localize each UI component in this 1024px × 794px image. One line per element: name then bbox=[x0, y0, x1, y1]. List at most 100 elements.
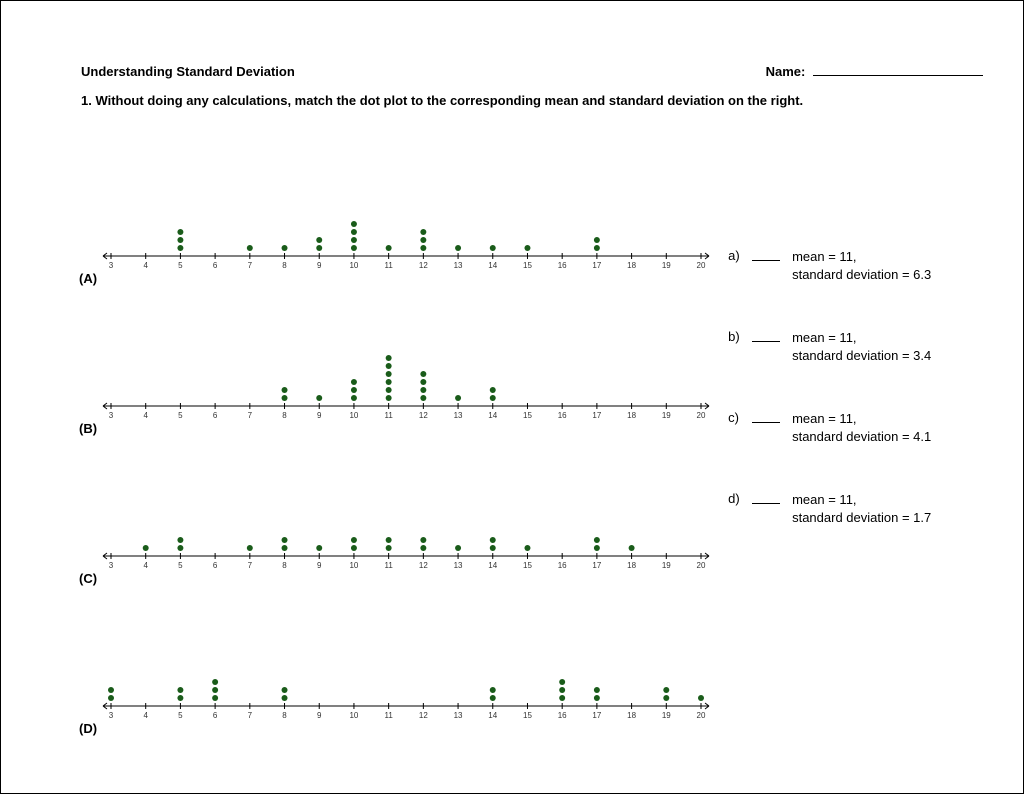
svg-text:3: 3 bbox=[109, 561, 114, 570]
name-blank[interactable] bbox=[813, 61, 983, 76]
svg-text:18: 18 bbox=[627, 561, 636, 570]
dotplot-svg: 34567891011121314151617181920 bbox=[81, 138, 721, 288]
answer-option: c) mean = 11,standard deviation = 4.1 bbox=[728, 410, 983, 445]
worksheet-title: Understanding Standard Deviation bbox=[81, 64, 295, 79]
svg-text:19: 19 bbox=[662, 411, 671, 420]
svg-text:14: 14 bbox=[488, 561, 497, 570]
svg-text:12: 12 bbox=[419, 261, 428, 270]
svg-text:6: 6 bbox=[213, 711, 218, 720]
svg-text:3: 3 bbox=[109, 711, 114, 720]
svg-text:17: 17 bbox=[592, 561, 601, 570]
worksheet-page: Understanding Standard Deviation Name: 1… bbox=[0, 0, 1024, 794]
svg-text:13: 13 bbox=[454, 411, 463, 420]
dotplot: 34567891011121314151617181920(B) bbox=[81, 288, 728, 438]
svg-text:17: 17 bbox=[592, 411, 601, 420]
plot-label: (D) bbox=[79, 721, 97, 736]
svg-text:7: 7 bbox=[248, 711, 253, 720]
svg-text:7: 7 bbox=[248, 261, 253, 270]
svg-text:11: 11 bbox=[384, 711, 393, 720]
svg-text:20: 20 bbox=[697, 411, 706, 420]
svg-text:18: 18 bbox=[627, 261, 636, 270]
option-text: mean = 11,standard deviation = 3.4 bbox=[792, 329, 931, 364]
svg-text:4: 4 bbox=[143, 261, 148, 270]
svg-text:9: 9 bbox=[317, 411, 322, 420]
answer-blank[interactable] bbox=[752, 410, 780, 423]
svg-text:3: 3 bbox=[109, 261, 114, 270]
svg-text:12: 12 bbox=[419, 561, 428, 570]
svg-text:20: 20 bbox=[697, 711, 706, 720]
svg-text:8: 8 bbox=[282, 261, 287, 270]
svg-text:20: 20 bbox=[697, 261, 706, 270]
svg-text:5: 5 bbox=[178, 411, 183, 420]
answer-option: a) mean = 11,standard deviation = 6.3 bbox=[728, 248, 983, 283]
answer-blank[interactable] bbox=[752, 491, 780, 504]
svg-text:15: 15 bbox=[523, 711, 532, 720]
svg-text:10: 10 bbox=[349, 561, 358, 570]
svg-text:12: 12 bbox=[419, 711, 428, 720]
svg-text:16: 16 bbox=[558, 561, 567, 570]
plot-label: (C) bbox=[79, 571, 97, 586]
svg-text:14: 14 bbox=[488, 411, 497, 420]
question-text: 1. Without doing any calculations, match… bbox=[81, 93, 983, 108]
svg-text:8: 8 bbox=[282, 411, 287, 420]
answer-blank[interactable] bbox=[752, 248, 780, 261]
svg-text:13: 13 bbox=[454, 711, 463, 720]
svg-text:9: 9 bbox=[317, 261, 322, 270]
svg-text:20: 20 bbox=[697, 561, 706, 570]
svg-text:10: 10 bbox=[349, 411, 358, 420]
svg-text:9: 9 bbox=[317, 711, 322, 720]
svg-text:16: 16 bbox=[558, 711, 567, 720]
option-text: mean = 11,standard deviation = 1.7 bbox=[792, 491, 931, 526]
option-key: a) bbox=[728, 248, 748, 263]
plot-label: (B) bbox=[79, 421, 97, 436]
name-field: Name: bbox=[766, 61, 983, 79]
name-label: Name: bbox=[766, 64, 806, 79]
option-text: mean = 11,standard deviation = 6.3 bbox=[792, 248, 931, 283]
svg-text:3: 3 bbox=[109, 411, 114, 420]
svg-text:6: 6 bbox=[213, 261, 218, 270]
svg-text:18: 18 bbox=[627, 711, 636, 720]
svg-text:11: 11 bbox=[384, 261, 393, 270]
svg-text:5: 5 bbox=[178, 561, 183, 570]
options-column: a)mean = 11,standard deviation = 6.3b)me… bbox=[728, 138, 983, 738]
svg-text:14: 14 bbox=[488, 711, 497, 720]
header-row: Understanding Standard Deviation Name: bbox=[81, 61, 983, 79]
svg-text:6: 6 bbox=[213, 561, 218, 570]
option-text: mean = 11,standard deviation = 4.1 bbox=[792, 410, 931, 445]
dotplot-svg: 34567891011121314151617181920 bbox=[81, 288, 721, 438]
svg-text:19: 19 bbox=[662, 711, 671, 720]
svg-text:5: 5 bbox=[178, 261, 183, 270]
svg-text:15: 15 bbox=[523, 411, 532, 420]
svg-text:16: 16 bbox=[558, 261, 567, 270]
svg-text:4: 4 bbox=[143, 711, 148, 720]
answer-blank[interactable] bbox=[752, 329, 780, 342]
svg-text:15: 15 bbox=[523, 261, 532, 270]
svg-text:11: 11 bbox=[384, 561, 393, 570]
svg-text:17: 17 bbox=[592, 261, 601, 270]
svg-text:13: 13 bbox=[454, 561, 463, 570]
dotplot-svg: 34567891011121314151617181920 bbox=[81, 438, 721, 588]
answer-option: d)mean = 11,standard deviation = 1.7 bbox=[728, 491, 983, 526]
svg-text:4: 4 bbox=[143, 411, 148, 420]
svg-text:7: 7 bbox=[248, 561, 253, 570]
dotplot: 34567891011121314151617181920(A) bbox=[81, 138, 728, 288]
svg-text:8: 8 bbox=[282, 561, 287, 570]
svg-text:14: 14 bbox=[488, 261, 497, 270]
svg-text:19: 19 bbox=[662, 561, 671, 570]
dotplots-column: 3 4 5 6 7 8 9 10 11 12 13 14 15 16 17 18 19 20 (A) 3 4 5 6 7 8 9 1… bbox=[81, 138, 728, 738]
svg-text:12: 12 bbox=[419, 411, 428, 420]
svg-text:6: 6 bbox=[213, 411, 218, 420]
svg-text:7: 7 bbox=[248, 411, 253, 420]
option-key: c) bbox=[728, 410, 748, 425]
svg-text:8: 8 bbox=[282, 711, 287, 720]
svg-text:9: 9 bbox=[317, 561, 322, 570]
plot-label: (A) bbox=[79, 271, 97, 286]
svg-text:4: 4 bbox=[143, 561, 148, 570]
svg-text:18: 18 bbox=[627, 411, 636, 420]
svg-text:5: 5 bbox=[178, 711, 183, 720]
svg-text:19: 19 bbox=[662, 261, 671, 270]
svg-text:13: 13 bbox=[454, 261, 463, 270]
svg-text:16: 16 bbox=[558, 411, 567, 420]
dotplot: 34567891011121314151617181920(D) bbox=[81, 588, 728, 738]
dotplot-svg: 34567891011121314151617181920 bbox=[81, 588, 721, 738]
